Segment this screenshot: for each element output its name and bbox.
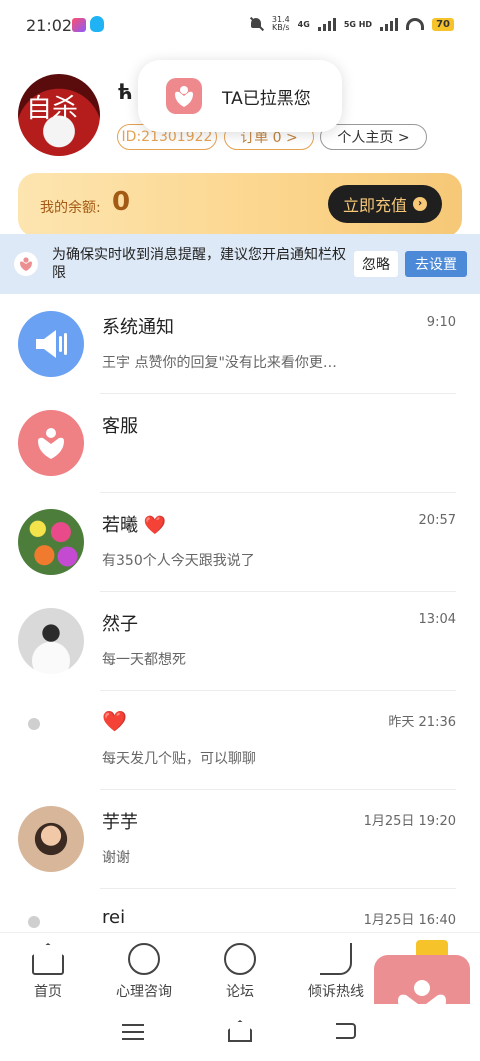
heart-person-icon (128, 943, 160, 975)
avatar (18, 509, 84, 575)
chat-name: 若曦 ❤️ (102, 515, 167, 536)
chat-name: ❤️ (102, 709, 127, 733)
balance-card: 我的余额: 0 立即充值 › (18, 173, 462, 237)
chat-name: rei (102, 907, 126, 928)
signal-icon-2 (380, 17, 399, 31)
list-item[interactable]: 客服 (0, 394, 480, 493)
avatar (18, 806, 84, 872)
tab-home[interactable]: 首页 (0, 933, 96, 1005)
list-item[interactable]: 芋芋 1月25日 19:20 谢谢 (0, 790, 480, 889)
username: ћ (118, 80, 133, 104)
tab-label: 倾诉热线 (308, 984, 364, 1000)
qq-icon (90, 16, 104, 32)
notification-permission-banner: 为确保实时收到消息提醒，建议您开启通知栏权限 忽略 去设置 (0, 234, 480, 294)
message-list: 系统通知 9:10 王宇 点赞你的回复"没有比来看你更… 客服 若曦 ❤️ 20… (0, 295, 480, 988)
chat-preview: 王宇 点赞你的回复"没有比来看你更… (102, 355, 337, 371)
forum-icon (224, 943, 256, 975)
toast-text: TA已拉黑您 (222, 88, 311, 109)
profile-avatar[interactable]: 自杀 (18, 74, 100, 156)
system-nav-bar (0, 1004, 480, 1061)
chat-preview: 谢谢 (102, 850, 130, 866)
network-type-1: 4G (297, 19, 310, 29)
signal-icon (317, 17, 336, 31)
recharge-label: 立即充值 (342, 196, 407, 215)
chat-preview: 每一天都想死 (102, 652, 186, 668)
status-time: 21:02 (26, 16, 73, 35)
status-bar: 21:02 31.4 KB/s 4G 5G HD 70 (0, 0, 480, 52)
network-type-2: 5G HD (343, 19, 373, 29)
home-icon[interactable] (228, 1020, 252, 1042)
battery-level: 70 (432, 17, 454, 31)
recharge-button[interactable]: 立即充值 › (328, 185, 442, 223)
go-settings-button[interactable]: 去设置 (405, 251, 467, 277)
chat-time: 20:57 (418, 513, 456, 528)
default-avatar-icon (28, 916, 40, 928)
video-app-icon (72, 18, 86, 32)
tab-forum[interactable]: 论坛 (192, 933, 288, 1005)
list-item[interactable]: 然子 13:04 每一天都想死 (0, 592, 480, 691)
chat-preview: 有350个人今天跟我说了 (102, 553, 255, 569)
blocked-toast: TA已拉黑您 (138, 60, 342, 132)
list-item[interactable]: 系统通知 9:10 王宇 点赞你的回复"没有比来看你更… (0, 295, 480, 394)
balance-value: 0 (112, 187, 131, 217)
megaphone-icon (18, 311, 84, 377)
home-icon (32, 943, 64, 975)
chat-time: 1月25日 16:40 (363, 913, 456, 928)
avatar-text: 自杀 (26, 94, 79, 124)
back-icon[interactable] (336, 1023, 356, 1039)
chat-name: 客服 (102, 416, 138, 437)
customer-service-avatar (18, 410, 84, 476)
mute-bell-icon (248, 16, 264, 32)
chevron-right-icon: › (413, 197, 427, 211)
list-item[interactable]: 若曦 ❤️ 20:57 有350个人今天跟我说了 (0, 493, 480, 592)
banner-text: 为确保实时收到消息提醒，建议您开启通知栏权限 (52, 247, 346, 281)
status-right: 31.4 KB/s 4G 5G HD 70 (248, 16, 454, 32)
tab-label: 论坛 (226, 984, 254, 1000)
phone-icon (320, 943, 352, 975)
network-speed: 31.4 KB/s (272, 16, 290, 32)
chat-time: 昨天 21:36 (388, 715, 456, 730)
default-avatar-icon (28, 718, 40, 730)
list-item[interactable]: ❤️ 昨天 21:36 每天发几个贴，可以聊聊 (0, 691, 480, 790)
tab-label: 心理咨询 (116, 984, 172, 1000)
tab-label: 首页 (34, 984, 62, 1000)
chat-name: 然子 (102, 614, 138, 635)
personal-homepage-button[interactable]: 个人主页 > (320, 124, 427, 150)
chat-preview: 每天发几个贴，可以聊聊 (102, 751, 256, 767)
chat-time: 13:04 (418, 612, 456, 627)
tab-hotline[interactable]: 倾诉热线 (288, 933, 384, 1005)
chat-time: 1月25日 19:20 (363, 814, 456, 829)
app-logo-icon (14, 252, 38, 276)
wifi-icon (406, 18, 425, 30)
ignore-button[interactable]: 忽略 (354, 251, 398, 277)
app-logo-icon (166, 78, 202, 114)
menu-icon[interactable] (122, 1024, 144, 1040)
avatar (18, 608, 84, 674)
network-speed-unit: KB/s (271, 23, 290, 32)
chat-name: 系统通知 (102, 317, 174, 338)
chat-time: 9:10 (426, 315, 456, 330)
tab-counseling[interactable]: 心理咨询 (96, 933, 192, 1005)
balance-label: 我的余额: (40, 200, 101, 216)
chat-name: 芋芋 (102, 812, 138, 833)
